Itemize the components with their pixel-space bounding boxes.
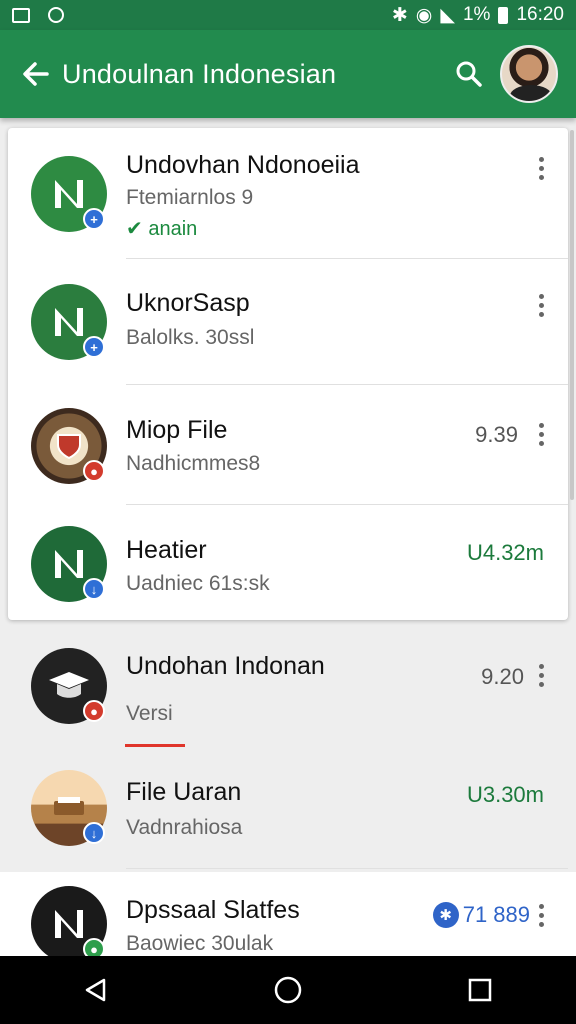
status-bar: ✱ ◉ ◣ 1% 16:20 — [0, 0, 576, 30]
item-title: Undohan Indonan — [126, 652, 325, 680]
search-icon[interactable] — [452, 57, 486, 91]
clock: 16:20 — [516, 4, 564, 25]
list-item[interactable]: ● Dpssaal Slatfes Baowiec 30ulak ✱ 71 88… — [0, 872, 576, 956]
app-icon-container: ↓ — [31, 526, 107, 602]
app-icon-container: ● — [31, 408, 107, 484]
battery-percent: 1% — [462, 4, 491, 25]
item-subtitle: Nadhicmmes8 — [126, 452, 261, 475]
more-options-icon[interactable] — [531, 660, 551, 690]
nav-home-icon[interactable] — [268, 970, 308, 1010]
page-title: Undoulnan Indonesian — [62, 58, 337, 89]
more-options-icon[interactable] — [531, 290, 551, 320]
bluetooth-icon: ✱ — [432, 902, 459, 928]
eye-icon: ◉ — [415, 4, 433, 26]
progress-indicator — [125, 744, 185, 747]
list-item[interactable]: ↓ Heatier Uadniec 61s:sk U4.32m — [0, 504, 576, 620]
list-item[interactable]: + UknorSasp Balolks. 30ssl — [0, 258, 576, 384]
sync-notification-icon — [48, 7, 64, 23]
download-badge-icon: ↓ — [83, 578, 105, 600]
check-icon: ✔ — [126, 218, 143, 240]
back-arrow-icon[interactable] — [20, 59, 50, 89]
item-title: Undovhan Ndonoeiia — [126, 151, 360, 179]
app-icon-container: ● — [31, 886, 107, 956]
list-item[interactable]: + Undovhan Ndonoeiia Ftemiarnlos 9 ✔ ana… — [0, 128, 576, 258]
item-subtitle: Balolks. 30ssl — [126, 326, 255, 349]
item-version: 9.39 — [475, 422, 518, 447]
list-item[interactable]: ● Miop File Nadhicmmes8 9.39 — [0, 384, 576, 504]
item-size: U4.32m — [466, 540, 544, 565]
item-title: Miop File — [126, 416, 228, 444]
gallery-notification-icon — [12, 7, 30, 23]
item-subtitle: Vadnrahiosa — [126, 816, 243, 839]
item-version: 9.20 — [481, 664, 524, 689]
list-item[interactable]: ↓ File Uaran Vadnrahiosa U3.30m — [0, 750, 576, 870]
avatar[interactable] — [500, 45, 558, 103]
wifi-icon: ◣ — [440, 4, 455, 26]
bluetooth-icon: ✱ — [391, 4, 408, 26]
item-size: 71 889 — [462, 902, 530, 927]
record-badge-icon: ● — [83, 700, 105, 722]
download-badge-icon: ↓ — [83, 822, 105, 844]
item-subtitle: Baowiec 30ulak — [126, 932, 274, 955]
item-title: Dpssaal Slatfes — [126, 896, 300, 924]
list-item[interactable]: ● Undohan Indonan Versi 9.20 — [0, 630, 576, 748]
plus-badge-icon: + — [83, 208, 105, 230]
item-title: Heatier — [126, 536, 207, 564]
app-icon-container: + — [31, 156, 107, 232]
item-title: UknorSasp — [126, 289, 250, 317]
app-icon-container: ↓ — [31, 770, 107, 846]
nav-back-icon[interactable] — [76, 970, 116, 1010]
item-title: File Uaran — [126, 778, 242, 806]
app-bar: Undoulnan Indonesian — [0, 30, 576, 118]
record-badge-icon: ● — [83, 460, 105, 482]
battery-icon — [498, 6, 509, 24]
divider — [126, 868, 568, 869]
more-options-icon[interactable] — [531, 419, 551, 449]
nav-recents-icon[interactable] — [460, 970, 500, 1010]
more-options-icon[interactable] — [531, 153, 551, 183]
status-badge-icon: ● — [83, 938, 105, 956]
item-subtitle: Versi — [126, 702, 173, 725]
more-options-icon[interactable] — [531, 900, 551, 930]
item-meta-group: ✱ 71 889 — [432, 902, 530, 928]
system-nav-bar — [0, 956, 576, 1024]
item-status: ✔ anain — [126, 218, 198, 240]
item-subtitle: Uadniec 61s:sk — [126, 572, 270, 595]
item-size: U3.30m — [466, 782, 544, 807]
item-subtitle: Ftemiarnlos 9 — [126, 186, 254, 209]
plus-badge-icon: + — [83, 336, 105, 358]
app-icon-container: ● — [31, 648, 107, 724]
app-icon-container: + — [31, 284, 107, 360]
